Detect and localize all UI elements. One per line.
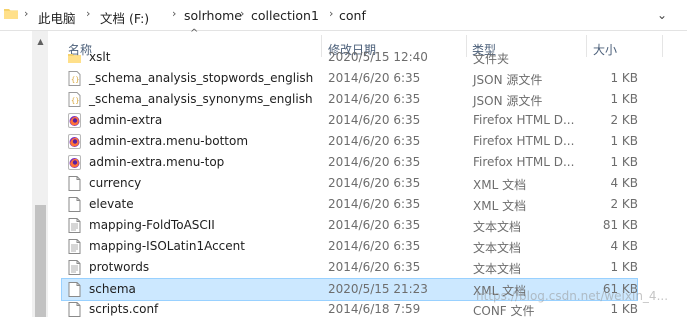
svg-text:{}: {} (71, 76, 79, 84)
file-row[interactable]: {} _schema_analysis_stopwords_english 2014… (62, 68, 638, 89)
chevron-right-icon[interactable]: › (240, 7, 244, 20)
file-row[interactable]: {} _schema_analysis_synonyms_english 2014/… (62, 89, 638, 110)
file-type: JSON 源文件 (473, 94, 543, 108)
chevron-right-icon[interactable]: › (24, 7, 28, 20)
file-size: 1 KB (610, 260, 638, 274)
file-modified-date: 2014/6/20 6:35 (328, 155, 421, 169)
navigation-pane[interactable] (0, 31, 33, 317)
file-row[interactable]: admin-extra.menu-bottom 2014/6/20 6:35 Fir… (62, 131, 638, 152)
file-row[interactable]: admin-extra 2014/6/20 6:35 Firefox HTML D.… (62, 110, 638, 131)
file-row[interactable]: protwords 2014/6/20 6:35 文本文档 1 KB (62, 257, 638, 278)
folder-icon (68, 50, 81, 65)
folder-icon (4, 9, 18, 19)
file-modified-date: 2014/6/20 6:35 (328, 113, 421, 127)
address-bar[interactable]: › 此电脑 › 文档 (F:) › solrhome › collection1… (0, 0, 687, 31)
file-modified-date: 2014/6/20 6:35 (328, 218, 421, 232)
breadcrumb-solrhome[interactable]: solrhome (184, 8, 242, 23)
file-size: 2 KB (610, 113, 638, 127)
file-name: mapping-ISOLatin1Accent (89, 239, 245, 253)
file-modified-date: 2014/6/20 6:35 (328, 197, 421, 211)
chevron-right-icon[interactable]: › (329, 7, 333, 20)
file-size: 1 KB (610, 155, 638, 169)
file-name: _schema_analysis_synonyms_english (89, 92, 313, 106)
file-modified-date: 2014/6/20 6:35 (328, 92, 421, 106)
svg-text:{}: {} (71, 97, 79, 105)
json-file-icon: {} (68, 71, 81, 86)
file-name: protwords (89, 260, 150, 274)
text-file-icon (68, 239, 81, 254)
file-modified-date: 2014/6/20 6:35 (328, 176, 421, 190)
file-name: xslt (89, 50, 111, 64)
vertical-scrollbar[interactable]: ▲ (33, 31, 48, 317)
file-type: Firefox HTML D... (473, 155, 575, 169)
file-size: 1 KB (610, 71, 638, 85)
file-type: Firefox HTML D... (473, 134, 575, 148)
file-name: _schema_analysis_stopwords_english (89, 71, 314, 85)
file-row[interactable]: elevate 2014/6/20 6:35 XML 文档 2 KB (62, 194, 638, 215)
breadcrumb-drive[interactable]: 文档 (F:) (100, 8, 149, 27)
file-size: 1 KB (610, 134, 638, 148)
file-name: elevate (89, 197, 134, 211)
file-name: schema (89, 282, 136, 296)
file-modified-date: 2014/6/20 6:35 (328, 260, 421, 274)
file-name: mapping-FoldToASCII (89, 218, 215, 232)
xml-file-icon (68, 282, 81, 297)
file-modified-date: 2014/6/20 6:35 (328, 239, 421, 253)
json-file-icon: {} (68, 92, 81, 107)
conf-file-icon (68, 302, 81, 317)
watermark-text: https://blog.csdn.net/weixin_4... (476, 289, 669, 303)
file-list: xslt 2020/5/15 12:40 文件夹 {} _schema_analysis… (48, 50, 687, 317)
file-name: admin-extra.menu-bottom (89, 134, 249, 148)
firefox-html-icon (68, 134, 81, 149)
xml-file-icon (68, 176, 81, 191)
file-row[interactable]: mapping-ISOLatin1Accent 2014/6/20 6:35 文本文… (62, 236, 638, 257)
file-row[interactable]: currency 2014/6/20 6:35 XML 文档 4 KB (62, 173, 638, 194)
file-size: 81 KB (602, 218, 638, 232)
file-type: 文件夹 (473, 52, 510, 66)
scrollbar-thumb[interactable] (35, 205, 46, 317)
file-modified-date: 2014/6/20 6:35 (328, 71, 421, 85)
file-type: XML 文档 (473, 199, 527, 213)
file-size: 4 KB (610, 239, 638, 253)
chevron-right-icon[interactable]: › (172, 7, 176, 20)
file-type: JSON 源文件 (473, 73, 543, 87)
scroll-up-arrow-icon[interactable]: ▲ (33, 37, 48, 46)
file-type: Firefox HTML D... (473, 113, 575, 127)
firefox-html-icon (68, 113, 81, 128)
file-row[interactable]: mapping-FoldToASCII 2014/6/20 6:35 文本文档 81 … (62, 215, 638, 236)
file-name: currency (89, 176, 142, 190)
sort-ascending-icon: ^ (190, 28, 199, 39)
breadcrumb-collection1[interactable]: collection1 (251, 8, 319, 23)
chevron-right-icon[interactable]: › (86, 7, 90, 20)
file-size: 2 KB (610, 197, 638, 211)
chevron-down-icon[interactable]: ⌄ (653, 6, 671, 24)
xml-file-icon (68, 197, 81, 212)
breadcrumb-conf[interactable]: conf (339, 8, 366, 23)
file-type: CONF 文件 (473, 304, 535, 317)
file-size: 1 KB (610, 92, 638, 106)
file-modified-date: 2014/6/20 6:35 (328, 134, 421, 148)
file-size: 1 KB (610, 302, 638, 316)
text-file-icon (68, 260, 81, 275)
file-row[interactable]: xslt 2020/5/15 12:40 文件夹 (62, 50, 637, 68)
file-type: 文本文档 (473, 241, 522, 255)
file-row[interactable]: admin-extra.menu-top 2014/6/20 6:35 Firefo… (62, 152, 638, 173)
file-name: admin-extra (89, 113, 163, 127)
file-name: admin-extra.menu-top (89, 155, 225, 169)
firefox-html-icon (68, 155, 81, 170)
breadcrumb-this-pc[interactable]: 此电脑 (38, 8, 76, 27)
file-type: XML 文档 (473, 178, 527, 192)
file-type: 文本文档 (473, 220, 522, 234)
file-modified-date: 2014/6/18 7:59 (328, 302, 421, 316)
file-type: 文本文档 (473, 262, 522, 276)
file-name: scripts.conf (89, 302, 159, 316)
file-modified-date: 2020/5/15 21:23 (328, 282, 428, 296)
file-size: 4 KB (610, 176, 638, 190)
text-file-icon (68, 218, 81, 233)
file-modified-date: 2020/5/15 12:40 (328, 50, 428, 64)
